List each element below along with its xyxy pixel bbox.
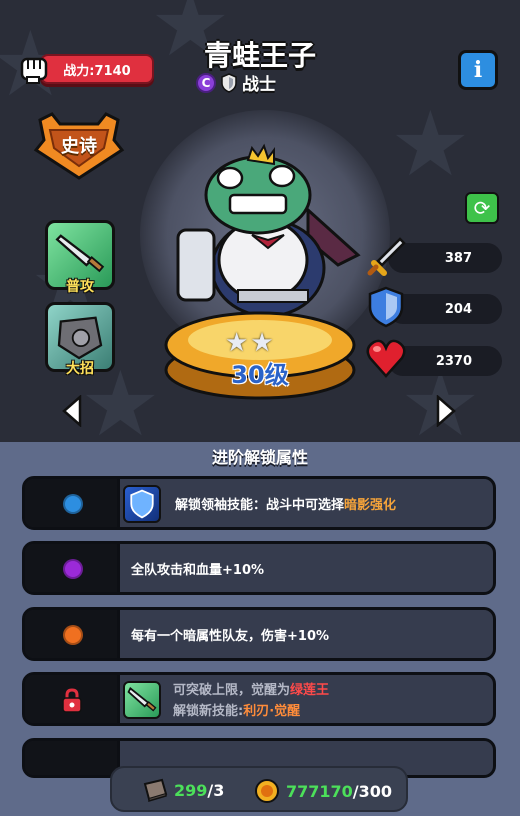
book-resource: 299/3 xyxy=(142,778,224,802)
attack-value: 387 xyxy=(444,250,472,266)
lock-icon xyxy=(62,688,82,713)
unlock-text: 解锁领袖技能：战斗中可选择 暗影强化 xyxy=(175,497,397,513)
skill-label-ultimate: 大招 xyxy=(66,361,94,377)
skill-label-normal: 普攻 xyxy=(66,279,94,295)
awaken-skill-thumb xyxy=(123,681,161,719)
power-badge: 战力:7140 xyxy=(40,54,154,84)
info-icon: i xyxy=(473,57,483,83)
unlock-text: 可突破上限，觉醒为绿莲王 解锁新技能:利刃·觉醒 xyxy=(173,683,330,719)
fist-icon xyxy=(20,57,48,84)
star-rating: ★ ★ xyxy=(225,328,274,358)
unlock-row: 可突破上限，觉醒为绿莲王 解锁新技能:利刃·觉醒 xyxy=(22,672,496,726)
class-badge-icon: C xyxy=(196,72,216,93)
purple-dot-icon xyxy=(63,559,83,579)
sword-icon xyxy=(127,686,157,712)
defense-value: 204 xyxy=(444,301,472,317)
class-name: 战士 xyxy=(242,75,276,95)
power-value: 战力:7140 xyxy=(63,63,131,79)
hero-level: 30级 xyxy=(231,361,289,389)
star-icon: ★ xyxy=(250,328,274,358)
unlock-text: 每有一个暗属性队友，伤害+10% xyxy=(131,628,330,644)
unlock-row: 解锁领袖技能：战斗中可选择 暗影强化 xyxy=(22,476,496,530)
unlock-row: 全队攻击和血量+10% xyxy=(22,541,496,595)
warrior-shield-icon xyxy=(221,72,237,93)
prev-hero-arrow-icon[interactable] xyxy=(62,395,82,427)
unlock-row: 每有一个暗属性队友，伤害+10% xyxy=(22,607,496,661)
refresh-button[interactable]: ⟳ xyxy=(465,192,499,224)
star-icon: ★ xyxy=(225,328,249,358)
next-hero-arrow-icon[interactable] xyxy=(436,395,456,427)
rarity-label: 史诗 xyxy=(61,136,97,157)
sword-icon xyxy=(367,237,406,276)
section-title: 进阶解锁属性 xyxy=(211,448,308,467)
book-icon xyxy=(143,778,168,802)
hero-class: C 战士 xyxy=(196,70,276,95)
shield-icon xyxy=(368,286,404,328)
coin-resource: 777170/300 xyxy=(254,778,392,804)
leader-skill-thumb xyxy=(123,485,161,523)
info-button[interactable]: i xyxy=(458,50,498,90)
heart-icon xyxy=(366,339,406,378)
refresh-icon: ⟳ xyxy=(473,196,491,220)
blue-dot-icon xyxy=(63,494,83,514)
background-star: ★ xyxy=(390,92,471,197)
hp-value: 2370 xyxy=(435,353,472,369)
shield-icon xyxy=(130,489,154,519)
orange-dot-icon xyxy=(63,625,83,645)
unlock-text: 全队攻击和血量+10% xyxy=(131,562,265,578)
coin-icon xyxy=(255,779,279,803)
